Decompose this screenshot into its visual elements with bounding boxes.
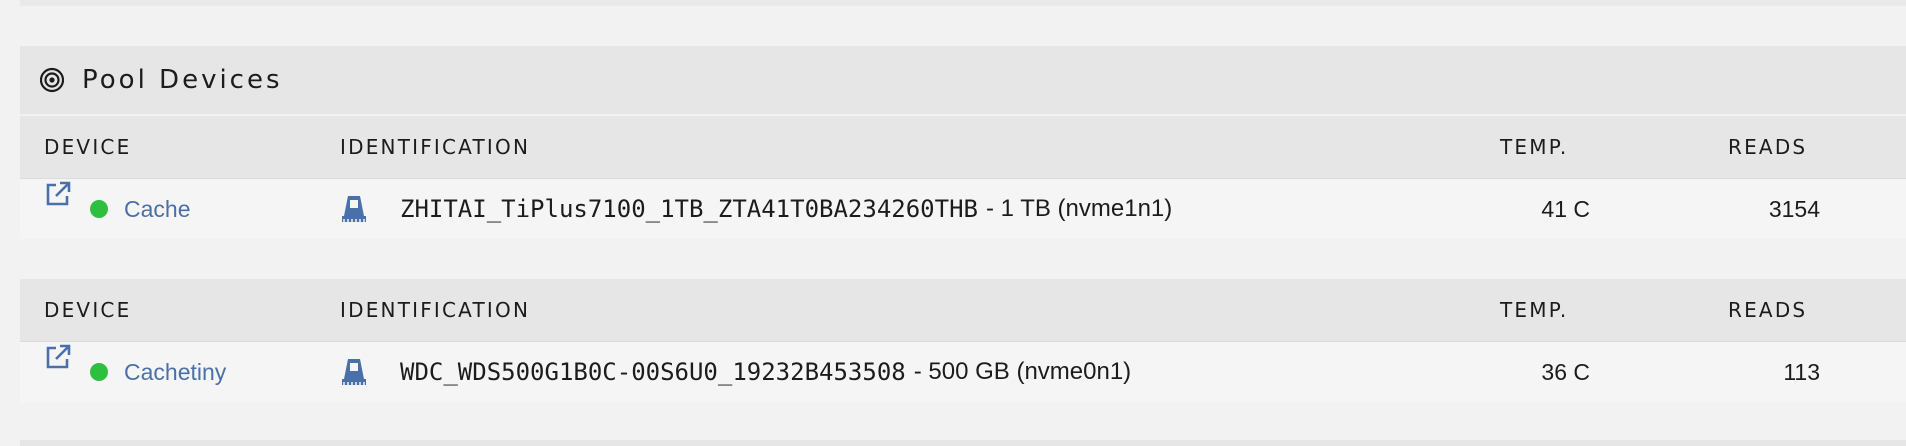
device-table-2: DEVICE IDENTIFICATION TEMP. READS Cachet…	[20, 279, 1906, 402]
table-header: DEVICE IDENTIFICATION TEMP. READS	[20, 116, 1906, 179]
device-reads: 3154	[1768, 195, 1820, 222]
section-header: Pool Devices	[20, 46, 1906, 116]
table-row: Cache ZHITAI_TiPlus7100_1TB_ZTA41T0BA234…	[20, 179, 1906, 239]
nvme-drive-icon	[340, 179, 372, 239]
device-size: - 500 GB (nvme0n1)	[913, 358, 1132, 385]
column-header-reads: READS	[1728, 135, 1808, 159]
column-header-reads: READS	[1728, 298, 1808, 322]
open-external-icon[interactable]	[44, 179, 74, 209]
column-header-temp: TEMP.	[1500, 135, 1569, 159]
pool-devices-section: Pool Devices DEVICE IDENTIFICATION TEMP.…	[20, 46, 1906, 402]
column-header-temp: TEMP.	[1500, 298, 1569, 322]
device-table-1: DEVICE IDENTIFICATION TEMP. READS Cache	[20, 116, 1906, 239]
device-model: WDC_WDS500G1B0C-00S6U0_19232B453508	[400, 358, 906, 386]
column-header-identification: IDENTIFICATION	[340, 298, 531, 322]
section-title: Pool Devices	[82, 65, 283, 95]
target-icon	[38, 66, 66, 94]
table-header: DEVICE IDENTIFICATION TEMP. READS	[20, 279, 1906, 342]
next-section-edge	[20, 440, 1906, 446]
device-temp: 41 C	[1541, 195, 1590, 222]
nvme-drive-icon	[340, 342, 372, 402]
device-reads: 113	[1783, 358, 1820, 385]
previous-section-edge	[20, 0, 1906, 6]
status-indicator	[90, 179, 108, 239]
device-link[interactable]: Cachetiny	[124, 342, 226, 402]
table-row: Cachetiny WDC_WDS500G1B0C-00S6U0_19232B4…	[20, 342, 1906, 402]
device-identification: WDC_WDS500G1B0C-00S6U0_19232B453508 - 50…	[400, 342, 1131, 402]
device-link[interactable]: Cache	[124, 179, 190, 239]
open-external-icon[interactable]	[44, 342, 74, 372]
column-header-device: DEVICE	[44, 135, 132, 159]
column-header-device: DEVICE	[44, 298, 132, 322]
column-header-identification: IDENTIFICATION	[340, 135, 531, 159]
status-indicator	[90, 342, 108, 402]
device-temp: 36 C	[1541, 358, 1590, 385]
device-model: ZHITAI_TiPlus7100_1TB_ZTA41T0BA234260THB	[400, 195, 978, 223]
device-size: - 1 TB (nvme1n1)	[985, 195, 1173, 222]
device-identification: ZHITAI_TiPlus7100_1TB_ZTA41T0BA234260THB…	[400, 179, 1172, 239]
